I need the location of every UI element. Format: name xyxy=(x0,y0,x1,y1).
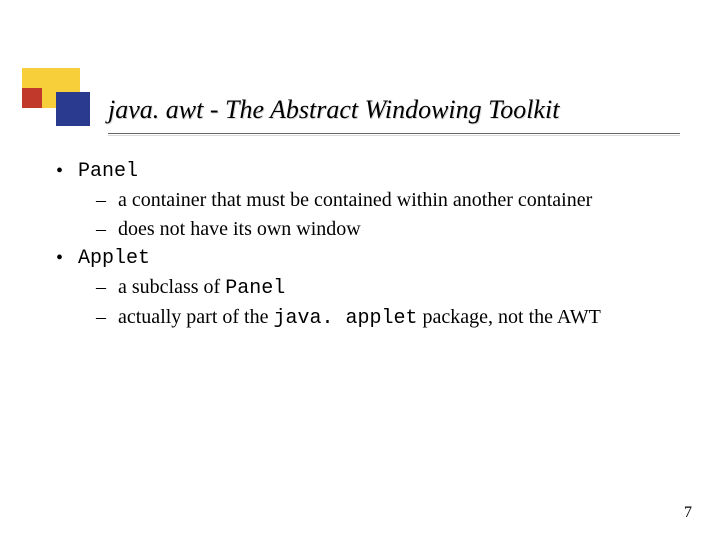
bullet-icon: • xyxy=(56,158,78,185)
list-item: – actually part of the java. applet pack… xyxy=(96,304,664,332)
bullet-icon: • xyxy=(56,245,78,272)
slide-title: java. awt - The Abstract Windowing Toolk… xyxy=(108,96,680,134)
text-prefix: a subclass of xyxy=(118,276,225,298)
list-item: – does not have its own window xyxy=(96,216,664,243)
text-prefix: actually part of the xyxy=(118,306,274,328)
sub-bullet-text: actually part of the java. applet packag… xyxy=(118,304,601,332)
text-suffix: package, not the AWT xyxy=(418,306,601,328)
list-item: • Panel xyxy=(56,158,664,185)
dash-icon: – xyxy=(96,216,118,243)
code-text: java. applet xyxy=(274,307,418,330)
logo-red-square xyxy=(22,88,42,108)
slide-logo xyxy=(22,68,94,126)
bullet-text-panel: Panel xyxy=(78,158,138,185)
title-underline-shadow xyxy=(108,135,680,136)
list-item: • Applet xyxy=(56,245,664,272)
logo-blue-square xyxy=(56,92,90,126)
list-item: – a container that must be contained wit… xyxy=(96,187,664,214)
dash-icon: – xyxy=(96,274,118,302)
dash-icon: – xyxy=(96,187,118,214)
sub-bullet-text: a subclass of Panel xyxy=(118,274,285,302)
code-text: Panel xyxy=(225,277,285,300)
title-container: java. awt - The Abstract Windowing Toolk… xyxy=(108,96,680,136)
sub-bullet-text: does not have its own window xyxy=(118,216,361,243)
sub-bullet-text: a container that must be contained withi… xyxy=(118,187,592,214)
bullet-text-applet: Applet xyxy=(78,245,150,272)
page-number: 7 xyxy=(684,504,692,522)
slide-body: • Panel – a container that must be conta… xyxy=(56,156,664,332)
list-item: – a subclass of Panel xyxy=(96,274,664,302)
dash-icon: – xyxy=(96,304,118,332)
